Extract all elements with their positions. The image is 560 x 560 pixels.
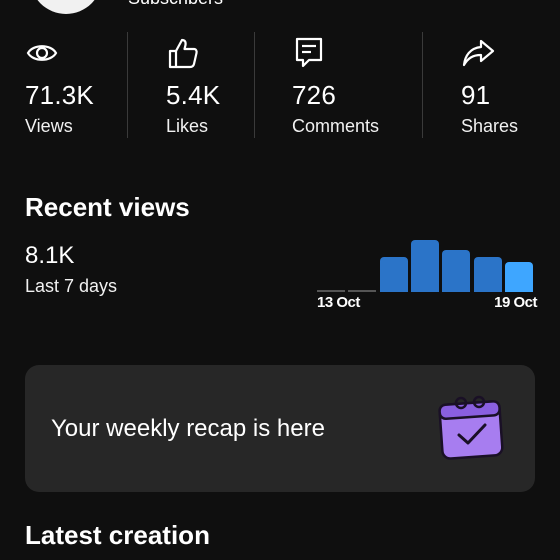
chart-bar bbox=[317, 290, 345, 292]
channel-avatar[interactable] bbox=[30, 0, 102, 14]
share-icon bbox=[462, 39, 495, 67]
recent-views-chart[interactable]: 13 Oct 19 Oct bbox=[317, 236, 537, 316]
recent-views-period: Last 7 days bbox=[25, 276, 118, 296]
comments-value: 726 bbox=[292, 80, 336, 110]
comment-icon bbox=[295, 37, 323, 68]
chart-bar bbox=[505, 262, 533, 292]
comments-label: Comments bbox=[292, 116, 380, 136]
chart-tick-label: 19 Oct bbox=[494, 294, 537, 311]
chart-tick-label: 13 Oct bbox=[317, 294, 360, 311]
divider bbox=[254, 32, 255, 138]
divider bbox=[127, 32, 128, 138]
thumbs-up-icon bbox=[168, 38, 198, 69]
subscribers-label: Subscribers bbox=[128, 0, 223, 9]
latest-creation-title: Latest creation bbox=[25, 520, 210, 550]
recent-views-title: Recent views bbox=[25, 192, 190, 222]
weekly-recap-card[interactable]: Your weekly recap is here bbox=[25, 365, 535, 492]
weekly-recap-text: Your weekly recap is here bbox=[51, 415, 325, 442]
shares-label: Shares bbox=[461, 116, 519, 136]
chart-bar bbox=[411, 240, 439, 292]
shares-value: 91 bbox=[461, 80, 491, 110]
chart-bar bbox=[380, 257, 408, 292]
stats-row: 71.3K Views 5.4K Likes 726 Comments 91 S… bbox=[0, 32, 560, 140]
chart-bar bbox=[348, 290, 376, 292]
chart-bar bbox=[474, 257, 502, 292]
views-label: Views bbox=[25, 116, 73, 136]
views-value: 71.3K bbox=[25, 80, 94, 110]
calendar-check-icon bbox=[438, 395, 504, 460]
divider bbox=[422, 32, 423, 138]
eye-icon bbox=[26, 45, 58, 61]
chart-bar bbox=[442, 250, 470, 292]
likes-label: Likes bbox=[166, 116, 209, 136]
recent-views-value: 8.1K bbox=[25, 242, 75, 269]
likes-value: 5.4K bbox=[166, 80, 221, 110]
